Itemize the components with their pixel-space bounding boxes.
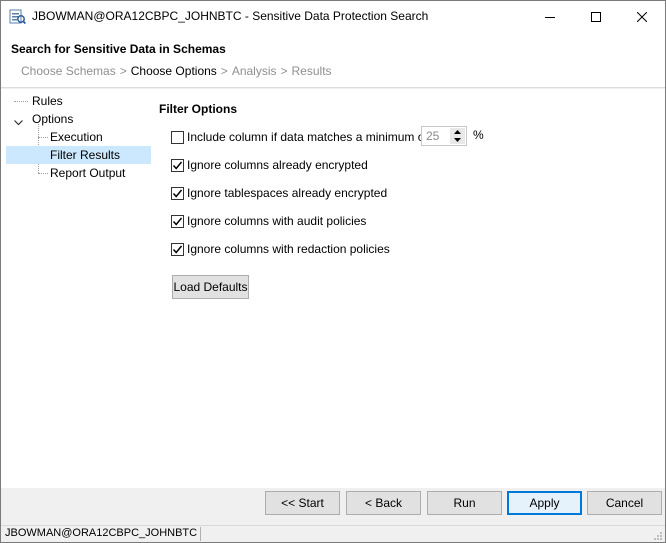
status-bar: JBOWMAN@ORA12CBPC_JOHNBTC bbox=[1, 525, 665, 542]
tree-connector bbox=[38, 137, 48, 138]
spinner-up-button[interactable] bbox=[450, 128, 465, 136]
load-defaults-button[interactable]: Load Defaults bbox=[172, 275, 249, 299]
tree-item-execution[interactable]: Execution bbox=[50, 128, 103, 146]
option-ignore-redaction-policies[interactable]: Ignore columns with redaction policies bbox=[171, 241, 390, 257]
content-area: Rules Options Execution Filter Results R… bbox=[1, 89, 665, 488]
run-button[interactable]: Run bbox=[427, 491, 502, 515]
step-choose-options: Choose Options bbox=[130, 64, 217, 78]
tree-item-rules[interactable]: Rules bbox=[32, 92, 63, 110]
option-ignore-encrypted-tablespaces[interactable]: Ignore tablespaces already encrypted bbox=[171, 185, 387, 201]
chevron-down-icon[interactable] bbox=[14, 115, 23, 129]
triangle-down-icon bbox=[454, 138, 461, 142]
checkmark-icon bbox=[172, 189, 183, 198]
button-bar: << Start < Back Run Apply Cancel bbox=[1, 489, 665, 525]
minimize-icon bbox=[545, 16, 555, 18]
spinner-down-button[interactable] bbox=[450, 136, 465, 144]
page-title: Search for Sensitive Data in Schemas bbox=[11, 42, 226, 56]
min-match-checkbox[interactable] bbox=[171, 130, 184, 144]
window-title: JBOWMAN@ORA12CBPC_JOHNBTC - Sensitive Da… bbox=[32, 9, 429, 23]
spinner-buttons bbox=[450, 128, 465, 144]
status-divider bbox=[200, 527, 201, 541]
option-ignore-encrypted-columns[interactable]: Ignore columns already encrypted bbox=[171, 157, 368, 173]
min-percent-spinner[interactable]: 25 bbox=[421, 126, 467, 146]
ignore-redaction-policies-checkbox[interactable] bbox=[171, 242, 184, 256]
tree-item-label: Options bbox=[32, 112, 74, 126]
percent-label: % bbox=[473, 128, 484, 142]
minimize-button[interactable] bbox=[527, 1, 573, 32]
tree-connector bbox=[14, 101, 28, 102]
resize-grip-icon[interactable] bbox=[653, 530, 663, 543]
tree-item-label: Rules bbox=[32, 94, 63, 108]
ignore-audit-policies-checkbox[interactable] bbox=[171, 214, 184, 228]
option-label: Ignore columns with redaction policies bbox=[187, 242, 390, 256]
ignore-encrypted-columns-checkbox[interactable] bbox=[171, 158, 184, 172]
ignore-encrypted-tablespaces-checkbox[interactable] bbox=[171, 186, 184, 200]
tree-item-report-output[interactable]: Report Output bbox=[50, 164, 125, 182]
step-results: Results bbox=[291, 64, 332, 78]
dialog-window: JBOWMAN@ORA12CBPC_JOHNBTC - Sensitive Da… bbox=[0, 0, 666, 543]
maximize-button[interactable] bbox=[573, 1, 619, 32]
option-label: Ignore columns already encrypted bbox=[187, 158, 368, 172]
step-separator: > bbox=[220, 64, 228, 78]
close-button[interactable] bbox=[619, 1, 665, 32]
start-button[interactable]: << Start bbox=[265, 491, 340, 515]
app-icon bbox=[9, 8, 26, 25]
step-analysis: Analysis bbox=[231, 64, 277, 78]
option-label: Ignore tablespaces already encrypted bbox=[187, 186, 388, 200]
option-min-match[interactable]: Include column if data matches a minimum… bbox=[171, 129, 428, 145]
step-separator: > bbox=[280, 64, 288, 78]
tree-item-label: Report Output bbox=[50, 166, 126, 180]
connection-status: JBOWMAN@ORA12CBPC_JOHNBTC bbox=[5, 527, 198, 539]
min-percent-value: 25 bbox=[426, 129, 440, 143]
apply-button[interactable]: Apply bbox=[507, 491, 582, 515]
maximize-icon bbox=[591, 11, 601, 22]
close-icon bbox=[637, 11, 647, 22]
tree-item-options[interactable]: Options bbox=[32, 110, 73, 128]
title-bar[interactable]: JBOWMAN@ORA12CBPC_JOHNBTC - Sensitive Da… bbox=[1, 1, 665, 32]
wizard-steps: Choose Schemas > Choose Options > Analysis > R… bbox=[21, 64, 332, 78]
step-choose-schemas: Choose Schemas bbox=[21, 64, 116, 78]
checkmark-icon bbox=[172, 161, 183, 170]
step-separator: > bbox=[119, 64, 127, 78]
option-label: Ignore columns with audit policies bbox=[187, 214, 367, 228]
section-title: Filter Options bbox=[159, 102, 237, 116]
tree-connector bbox=[38, 173, 48, 174]
tree-item-label: Execution bbox=[50, 130, 103, 144]
wizard-header: Search for Sensitive Data in Schemas Cho… bbox=[1, 32, 665, 88]
options-tree: Rules Options Execution Filter Results R… bbox=[5, 92, 153, 192]
option-label: Include column if data matches a minimum… bbox=[187, 130, 428, 144]
option-ignore-audit-policies[interactable]: Ignore columns with audit policies bbox=[171, 213, 366, 229]
tree-item-label: Filter Results bbox=[50, 148, 121, 162]
back-button[interactable]: < Back bbox=[346, 491, 421, 515]
triangle-up-icon bbox=[454, 130, 461, 134]
cancel-button[interactable]: Cancel bbox=[587, 491, 662, 515]
checkmark-icon bbox=[172, 217, 183, 226]
tree-item-filter-results[interactable]: Filter Results bbox=[6, 146, 151, 164]
checkmark-icon bbox=[172, 245, 183, 254]
